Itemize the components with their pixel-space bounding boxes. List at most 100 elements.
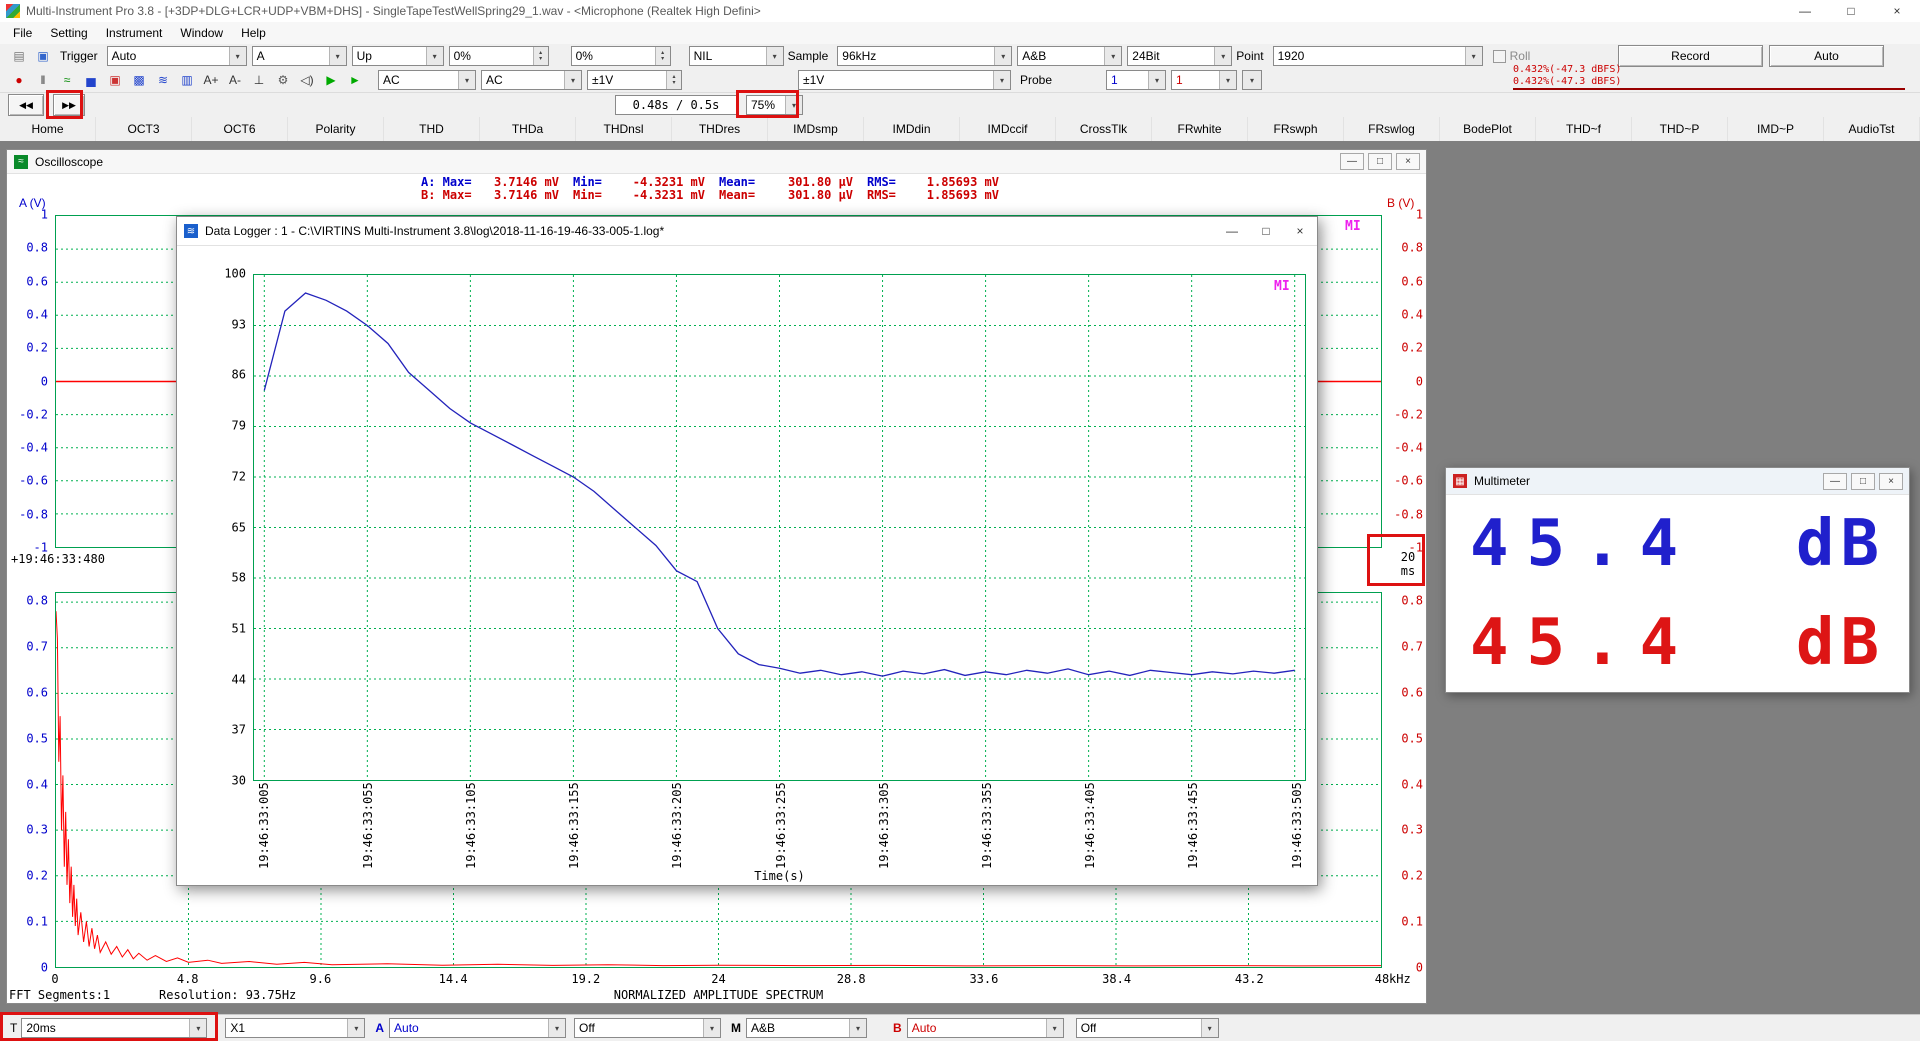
math-mode-select[interactable]: A&B ▾: [746, 1018, 867, 1038]
spectrum-3d-view-icon[interactable]: ▩: [128, 70, 150, 90]
y-tick: 0.2: [1401, 869, 1423, 883]
maximize-button[interactable]: □: [1828, 0, 1874, 22]
spin-down-icon[interactable]: ▾: [539, 56, 542, 62]
tab-imdccif[interactable]: IMDccif: [960, 117, 1056, 141]
spinner-arrows-icon[interactable]: ▴▾: [666, 71, 681, 89]
oscilloscope-titlebar[interactable]: ≈ Oscilloscope — □ ×: [7, 150, 1426, 174]
tab-thdnsl[interactable]: THDnsl: [576, 117, 672, 141]
spinner-arrows-icon[interactable]: ▴▾: [655, 47, 670, 65]
multimeter-view-icon[interactable]: ▣: [104, 70, 126, 90]
restore-button[interactable]: □: [1851, 473, 1875, 490]
range-a-spinner[interactable]: ±1V ▴▾: [587, 70, 682, 90]
close-button[interactable]: ×: [1874, 0, 1920, 22]
tab-frswph[interactable]: FRswph: [1248, 117, 1344, 141]
print-icon[interactable]: ▤: [8, 46, 30, 66]
menu-file[interactable]: File: [4, 22, 41, 44]
coupling-b-value: AC: [482, 73, 503, 87]
data-logger-titlebar[interactable]: ≋ Data Logger : 1 - C:\VIRTINS Multi-Ins…: [177, 217, 1317, 246]
x-multiplier-select[interactable]: X1 ▾: [225, 1018, 365, 1038]
tab-bodeplot[interactable]: BodePlot: [1440, 117, 1536, 141]
spin-down-icon[interactable]: ▾: [661, 56, 664, 62]
restore-button[interactable]: □: [1368, 153, 1392, 170]
multimeter-titlebar[interactable]: ▦ Multimeter — □ ×: [1446, 468, 1909, 495]
channel-a-range-select[interactable]: Auto ▾: [389, 1018, 566, 1038]
close-button[interactable]: ×: [1283, 219, 1317, 243]
tab-home[interactable]: Home: [0, 117, 96, 141]
run-hold-icon[interactable]: ►: [344, 70, 366, 90]
x-multiplier-value: X1: [226, 1021, 245, 1035]
coupling-a-select[interactable]: AC ▾: [378, 70, 476, 90]
minimize-button[interactable]: —: [1340, 153, 1364, 170]
font-decrease-icon[interactable]: A-: [224, 70, 246, 90]
tab-oct3[interactable]: OCT3: [96, 117, 192, 141]
tab-imdsmp[interactable]: IMDsmp: [768, 117, 864, 141]
menu-instrument[interactable]: Instrument: [97, 22, 172, 44]
y-tick: -0.6: [19, 474, 48, 488]
trigger-delay-spinner[interactable]: 0% ▴▾: [571, 46, 671, 66]
menu-setting[interactable]: Setting: [41, 22, 96, 44]
tab-frswlog[interactable]: FRswlog: [1344, 117, 1440, 141]
tab-frwhite[interactable]: FRwhite: [1152, 117, 1248, 141]
bit-depth-select[interactable]: 24Bit ▾: [1127, 46, 1232, 66]
save-icon[interactable]: ▣: [32, 46, 54, 66]
tab-thdres[interactable]: THDres: [672, 117, 768, 141]
close-button[interactable]: ×: [1879, 473, 1903, 490]
stat-label: RMS=: [867, 175, 913, 189]
window-controls: — □ ×: [1782, 0, 1920, 22]
run-icon[interactable]: ▶: [320, 70, 342, 90]
tab-crosstlk[interactable]: CrossTlk: [1056, 117, 1152, 141]
channel-b-range-select[interactable]: Auto ▾: [907, 1018, 1064, 1038]
pause-icon[interactable]: ‖: [32, 70, 54, 90]
roll-checkbox[interactable]: [1493, 50, 1506, 63]
tab-thd[interactable]: THD: [384, 117, 480, 141]
sample-rate-select[interactable]: 96kHz ▾: [837, 46, 1012, 66]
tab-polarity[interactable]: Polarity: [288, 117, 384, 141]
tab-imd-p[interactable]: IMD~P: [1728, 117, 1824, 141]
tab-thda[interactable]: THDa: [480, 117, 576, 141]
trigger-edge-select[interactable]: Up ▾: [352, 46, 444, 66]
minimize-button[interactable]: —: [1823, 473, 1847, 490]
minimize-button[interactable]: —: [1215, 219, 1249, 243]
minimize-button[interactable]: —: [1782, 0, 1828, 22]
spinner-arrows-icon[interactable]: ▴▾: [533, 47, 548, 65]
coupling-b-select[interactable]: AC ▾: [481, 70, 582, 90]
tab-audiotst[interactable]: AudioTst: [1824, 117, 1920, 141]
y-tick: 0.2: [26, 869, 48, 883]
trigger-mode-select[interactable]: Auto ▾: [107, 46, 247, 66]
record-icon[interactable]: ●: [8, 70, 30, 90]
data-logger-view-icon[interactable]: ≋: [152, 70, 174, 90]
extra-dropdown-button[interactable]: ▾: [1242, 70, 1262, 90]
device-test-plan-icon[interactable]: ▥: [176, 70, 198, 90]
oscilloscope-window-icon: ≈: [14, 155, 28, 169]
tab-thd-p[interactable]: THD~P: [1632, 117, 1728, 141]
channel-b-filter-select[interactable]: Off ▾: [1076, 1018, 1219, 1038]
tab-thd-f[interactable]: THD~f: [1536, 117, 1632, 141]
spin-down-icon[interactable]: ▾: [672, 80, 675, 86]
menu-window[interactable]: Window: [171, 22, 232, 44]
ground-icon[interactable]: ⊥: [248, 70, 270, 90]
dropdown-arrow-icon: ▾: [548, 1019, 565, 1037]
tab-imddin[interactable]: IMDdin: [864, 117, 960, 141]
record-points-select[interactable]: 1920 ▾: [1273, 46, 1483, 66]
trigger-level-spinner[interactable]: 0% ▴▾: [449, 46, 549, 66]
bottom-control-bar: T 20ms ▾ X1 ▾ A Auto ▾ Off ▾ M A&B ▾ B A…: [0, 1014, 1920, 1041]
close-button[interactable]: ×: [1396, 153, 1420, 170]
channel-a-filter-select[interactable]: Off ▾: [574, 1018, 721, 1038]
maximize-button[interactable]: □: [1249, 219, 1283, 243]
spectrum-analyzer-view-icon[interactable]: ▅: [80, 70, 102, 90]
dropdown-arrow-icon: ▾: [703, 1019, 720, 1037]
range-b-select[interactable]: ±1V ▾: [798, 70, 1011, 90]
wrench-icon[interactable]: ⚙: [272, 70, 294, 90]
nil-select[interactable]: NIL ▾: [689, 46, 784, 66]
menu-help[interactable]: Help: [232, 22, 275, 44]
speaker-icon[interactable]: ◁): [296, 70, 318, 90]
trigger-source-select[interactable]: A ▾: [252, 46, 347, 66]
sampling-channels-select[interactable]: A&B ▾: [1017, 46, 1122, 66]
probe-a-select[interactable]: 1 ▾: [1106, 70, 1166, 90]
data-logger-plot[interactable]: [253, 274, 1306, 781]
font-increase-icon[interactable]: A+: [200, 70, 222, 90]
probe-b-select[interactable]: 1 ▾: [1171, 70, 1237, 90]
rewind-button[interactable]: ◀◀: [8, 94, 44, 116]
oscilloscope-view-icon[interactable]: ≈: [56, 70, 78, 90]
tab-oct6[interactable]: OCT6: [192, 117, 288, 141]
